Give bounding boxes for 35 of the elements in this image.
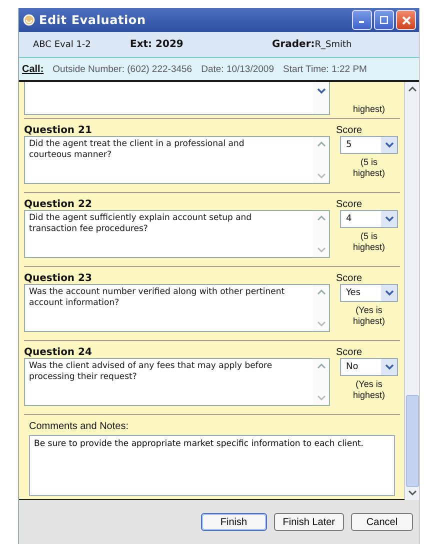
question-title: Question 24 — [24, 347, 92, 358]
score-note: (Yes is highest) — [352, 379, 386, 401]
question-title: Question 21 — [24, 125, 92, 136]
start-time: Start Time: 1:22 PM — [283, 64, 367, 74]
score-dropdown[interactable]: 5 — [340, 136, 398, 154]
score-label: Score — [336, 273, 364, 284]
comments-field[interactable]: Be sure to provide the appropriate market specific information to each client. — [29, 435, 395, 496]
call-label: Call: — [22, 64, 44, 74]
score-note: (5 is highest) — [352, 157, 386, 179]
score-label: Score — [336, 125, 364, 136]
extension-label: Ext: 2029 — [130, 39, 184, 50]
dialog-button[interactable]: Finish — [200, 513, 267, 531]
question-title: Question 22 — [24, 199, 92, 210]
score-label: Score — [336, 199, 364, 210]
score-note: highest) — [352, 104, 386, 115]
grader-name: R_Smith — [314, 40, 352, 50]
score-note: (5 is highest) — [352, 231, 386, 253]
evaluation-name: ABC Eval 1-2 — [33, 40, 92, 50]
score-label: Score — [336, 347, 364, 358]
question-text: Did the agent treat the client in a professional and courteous manner? — [28, 138, 246, 162]
question-title: Question 23 — [24, 273, 92, 284]
score-dropdown[interactable]: Yes — [340, 284, 398, 302]
outside-number: Outside Number: (602) 222-3456 — [52, 64, 192, 74]
comments-label: Comments and Notes: — [29, 421, 130, 432]
score-dropdown[interactable]: 4 — [340, 210, 398, 228]
score-note: (Yes is highest) — [352, 305, 386, 327]
question-text: Did the agent sufficiently explain account setup and transaction fee procedures? — [28, 212, 253, 236]
grader-label: Grader: — [272, 39, 315, 50]
call-date: Date: 10/13/2009 — [201, 64, 274, 74]
question-text: Was the client advised of any fees that may apply before processing their request? — [28, 360, 274, 384]
question-text: Was the account number verified along with other pertinent account information? — [28, 286, 286, 310]
score-dropdown[interactable]: No — [340, 358, 398, 376]
dialog-button[interactable]: Cancel — [351, 513, 413, 531]
dialog-button[interactable]: Finish Later — [274, 513, 344, 531]
window-title: Edit Evaluation — [39, 13, 147, 27]
